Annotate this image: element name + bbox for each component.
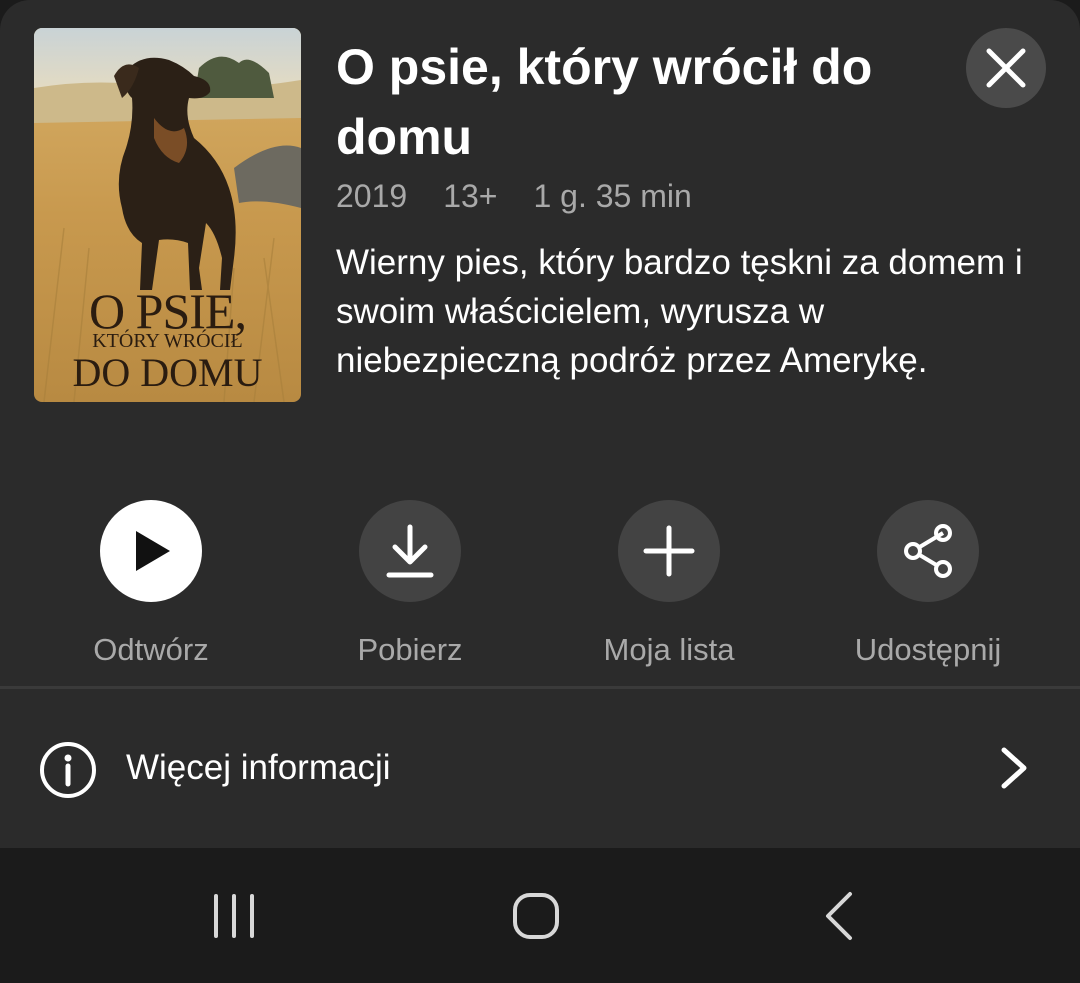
plus-icon [643, 525, 695, 577]
back-button[interactable] [812, 888, 868, 949]
poster-title-line-3: DO DOMU [72, 350, 263, 395]
back-icon [826, 892, 852, 940]
download-button-label: Pobierz [357, 632, 463, 667]
title-details-sheet: O PSIE, KTÓRY WRÓCIŁ DO DOMU O psie, któ… [0, 0, 1080, 848]
play-icon [136, 531, 170, 571]
share-button-circle[interactable] [877, 500, 979, 602]
divider [0, 686, 1080, 689]
age-rating: 13+ [443, 178, 498, 214]
movie-poster[interactable]: O PSIE, KTÓRY WRÓCIŁ DO DOMU [34, 28, 301, 402]
poster-title-line-1: O PSIE, [89, 283, 247, 339]
play-button[interactable]: Odtwórz [41, 500, 261, 670]
download-button[interactable]: Pobierz [300, 500, 520, 670]
my-list-button[interactable]: Moja lista [559, 500, 779, 670]
share-button-label: Udostępnij [854, 632, 1002, 667]
more-info-label: Więcej informacji [126, 748, 391, 787]
play-button-circle[interactable] [100, 500, 202, 602]
system-navigation-bar [0, 848, 1080, 983]
close-icon [986, 48, 1026, 88]
release-year: 2019 [336, 178, 408, 214]
movie-title: O psie, który wrócił do domu [336, 39, 873, 165]
movie-metadata: 2019 13+ 1 g. 35 min [336, 174, 692, 218]
share-icon [904, 524, 952, 578]
recent-apps-icon [214, 894, 254, 938]
poster-title-line-2: KTÓRY WRÓCIŁ [92, 330, 243, 352]
home-button[interactable] [508, 888, 564, 949]
my-list-button-label: Moja lista [603, 632, 735, 667]
recent-apps-button[interactable] [206, 888, 262, 949]
play-button-label: Odtwórz [93, 632, 209, 667]
info-icon [40, 742, 96, 798]
movie-description: Wierny pies, który bardzo tęskni za dome… [336, 243, 1023, 380]
chevron-right-icon [1001, 747, 1027, 789]
home-icon [513, 893, 559, 939]
my-list-button-circle[interactable] [618, 500, 720, 602]
more-info-row[interactable]: Więcej informacji [0, 720, 1080, 818]
share-button[interactable]: Udostępnij [818, 500, 1038, 670]
download-icon [386, 524, 434, 578]
runtime: 1 g. 35 min [533, 178, 692, 214]
close-button[interactable] [966, 28, 1046, 108]
download-button-circle[interactable] [359, 500, 461, 602]
